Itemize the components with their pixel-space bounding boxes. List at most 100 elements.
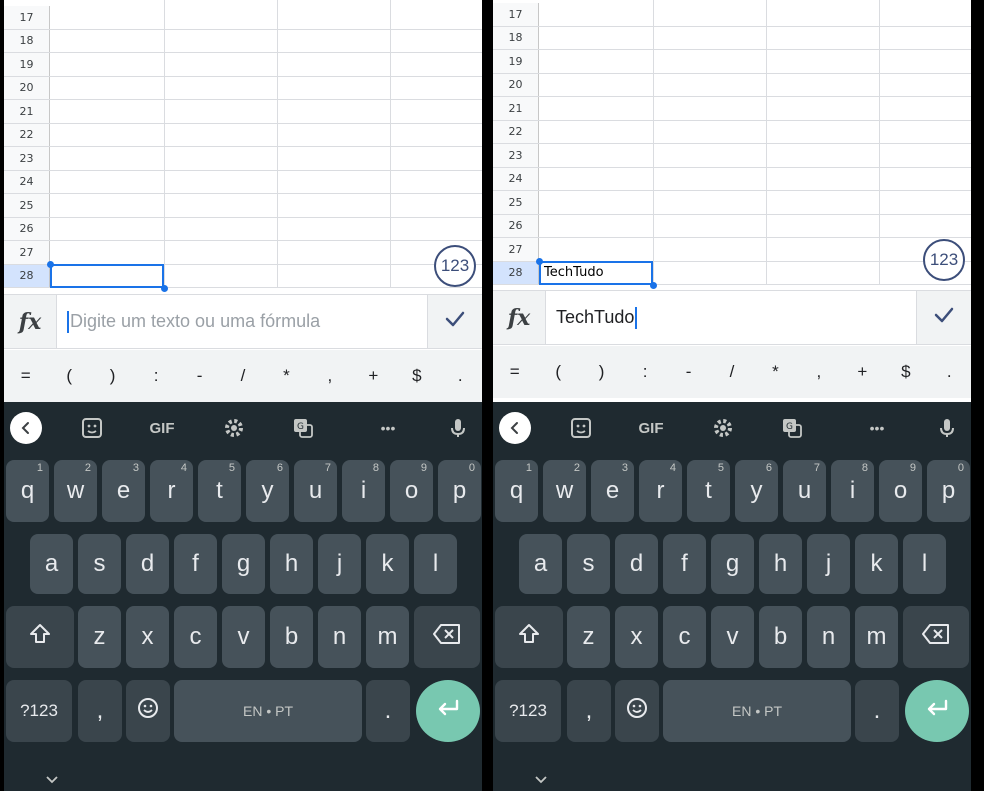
selection-handle[interactable] [161,285,168,292]
grid-row[interactable]: 23 [493,144,971,168]
row-number[interactable]: 18 [4,29,50,52]
key-j[interactable]: j [318,534,361,594]
symbol-key[interactable]: + [358,366,388,386]
selected-cell[interactable]: TechTudo [539,260,653,285]
key-x[interactable]: x [615,606,658,668]
key-u[interactable]: u7 [783,460,826,522]
symbol-key[interactable]: $ [402,366,432,386]
grid-row[interactable]: 24 [4,170,482,194]
key-r[interactable]: r4 [150,460,193,522]
key-h[interactable]: h [270,534,313,594]
numeric-keyboard-button[interactable]: 123 [923,239,965,281]
row-number[interactable]: 17 [4,6,50,29]
symbol-key[interactable]: , [315,366,345,386]
symbol-key[interactable]: - [674,362,704,382]
key-f[interactable]: f [663,534,706,594]
selection-handle[interactable] [650,282,657,289]
key-a[interactable]: a [30,534,73,594]
key-x[interactable]: x [126,606,169,668]
grid-row[interactable]: 22 [493,120,971,144]
row-number[interactable]: 28 [4,264,50,287]
key-u[interactable]: u7 [294,460,337,522]
symbol-key[interactable]: - [185,366,215,386]
key-s[interactable]: s [78,534,121,594]
grid-row[interactable]: 18 [4,29,482,53]
shift-key[interactable] [495,606,563,668]
key-w[interactable]: w2 [543,460,586,522]
grid-row[interactable]: 17 [493,3,971,27]
period-key[interactable]: . [855,680,899,742]
symbols-key[interactable]: ?123 [495,680,561,742]
key-w[interactable]: w2 [54,460,97,522]
row-number[interactable]: 20 [4,76,50,99]
row-number[interactable]: 25 [493,191,539,214]
symbols-key[interactable]: ?123 [6,680,72,742]
enter-key[interactable] [905,680,969,742]
row-number[interactable]: 19 [4,53,50,76]
key-k[interactable]: k [855,534,898,594]
key-g[interactable]: g [711,534,754,594]
key-c[interactable]: c [174,606,217,668]
key-o[interactable]: o9 [390,460,433,522]
space-bar[interactable]: EN • PT [174,680,362,742]
emoji-key[interactable] [126,680,170,742]
settings-icon[interactable] [705,410,741,446]
row-number[interactable]: 23 [493,144,539,167]
confirm-button[interactable] [917,291,971,344]
key-r[interactable]: r4 [639,460,682,522]
row-number[interactable]: 28 [493,261,539,284]
grid-row[interactable]: 21 [4,100,482,124]
key-i[interactable]: i8 [342,460,385,522]
key-v[interactable]: v [222,606,265,668]
row-number[interactable]: 25 [4,194,50,217]
key-s[interactable]: s [567,534,610,594]
selection-handle[interactable] [536,257,543,265]
grid-row[interactable]: 24 [493,167,971,191]
key-n[interactable]: n [318,606,361,668]
gif-icon[interactable]: GIF [144,410,180,446]
back-icon[interactable] [10,412,42,444]
symbol-key[interactable]: = [500,362,530,382]
grid-row[interactable]: 19 [4,53,482,77]
row-number[interactable]: 23 [4,147,50,170]
row-number[interactable]: 27 [493,238,539,261]
key-f[interactable]: f [174,534,217,594]
space-bar[interactable]: EN • PT [663,680,851,742]
key-q[interactable]: q1 [6,460,49,522]
comma-key[interactable]: , [78,680,122,742]
key-d[interactable]: d [126,534,169,594]
symbol-key[interactable]: + [847,362,877,382]
key-p[interactable]: p0 [438,460,481,522]
row-number[interactable]: 27 [4,241,50,264]
grid-row[interactable]: 27 [4,241,482,265]
grid-row[interactable]: 25 [4,194,482,218]
row-number[interactable]: 22 [4,123,50,146]
sticker-icon[interactable] [74,410,110,446]
grid-row[interactable]: 18 [493,26,971,50]
grid-row[interactable]: 22 [4,123,482,147]
key-i[interactable]: i8 [831,460,874,522]
row-number[interactable]: 21 [4,100,50,123]
key-d[interactable]: d [615,534,658,594]
grid-row[interactable]: 17 [4,6,482,30]
translate-icon[interactable]: G [285,410,321,446]
mic-icon[interactable] [929,410,965,446]
enter-key[interactable] [416,680,480,742]
settings-icon[interactable] [216,410,252,446]
row-number[interactable]: 26 [493,214,539,237]
backspace-key[interactable] [414,606,480,668]
key-m[interactable]: m [366,606,409,668]
translate-icon[interactable]: G [774,410,810,446]
symbol-key[interactable]: / [717,362,747,382]
grid-row[interactable]: 26 [4,217,482,241]
key-z[interactable]: z [78,606,121,668]
formula-input[interactable]: Digite um texto ou uma fórmula [56,295,428,348]
symbol-key[interactable]: ( [54,366,84,386]
grid-row[interactable]: 25 [493,191,971,215]
key-l[interactable]: l [414,534,457,594]
key-e[interactable]: e3 [102,460,145,522]
grid-row[interactable]: 23 [4,147,482,171]
selection-handle[interactable] [47,260,54,268]
symbol-key[interactable]: / [228,366,258,386]
row-number[interactable]: 20 [493,73,539,96]
